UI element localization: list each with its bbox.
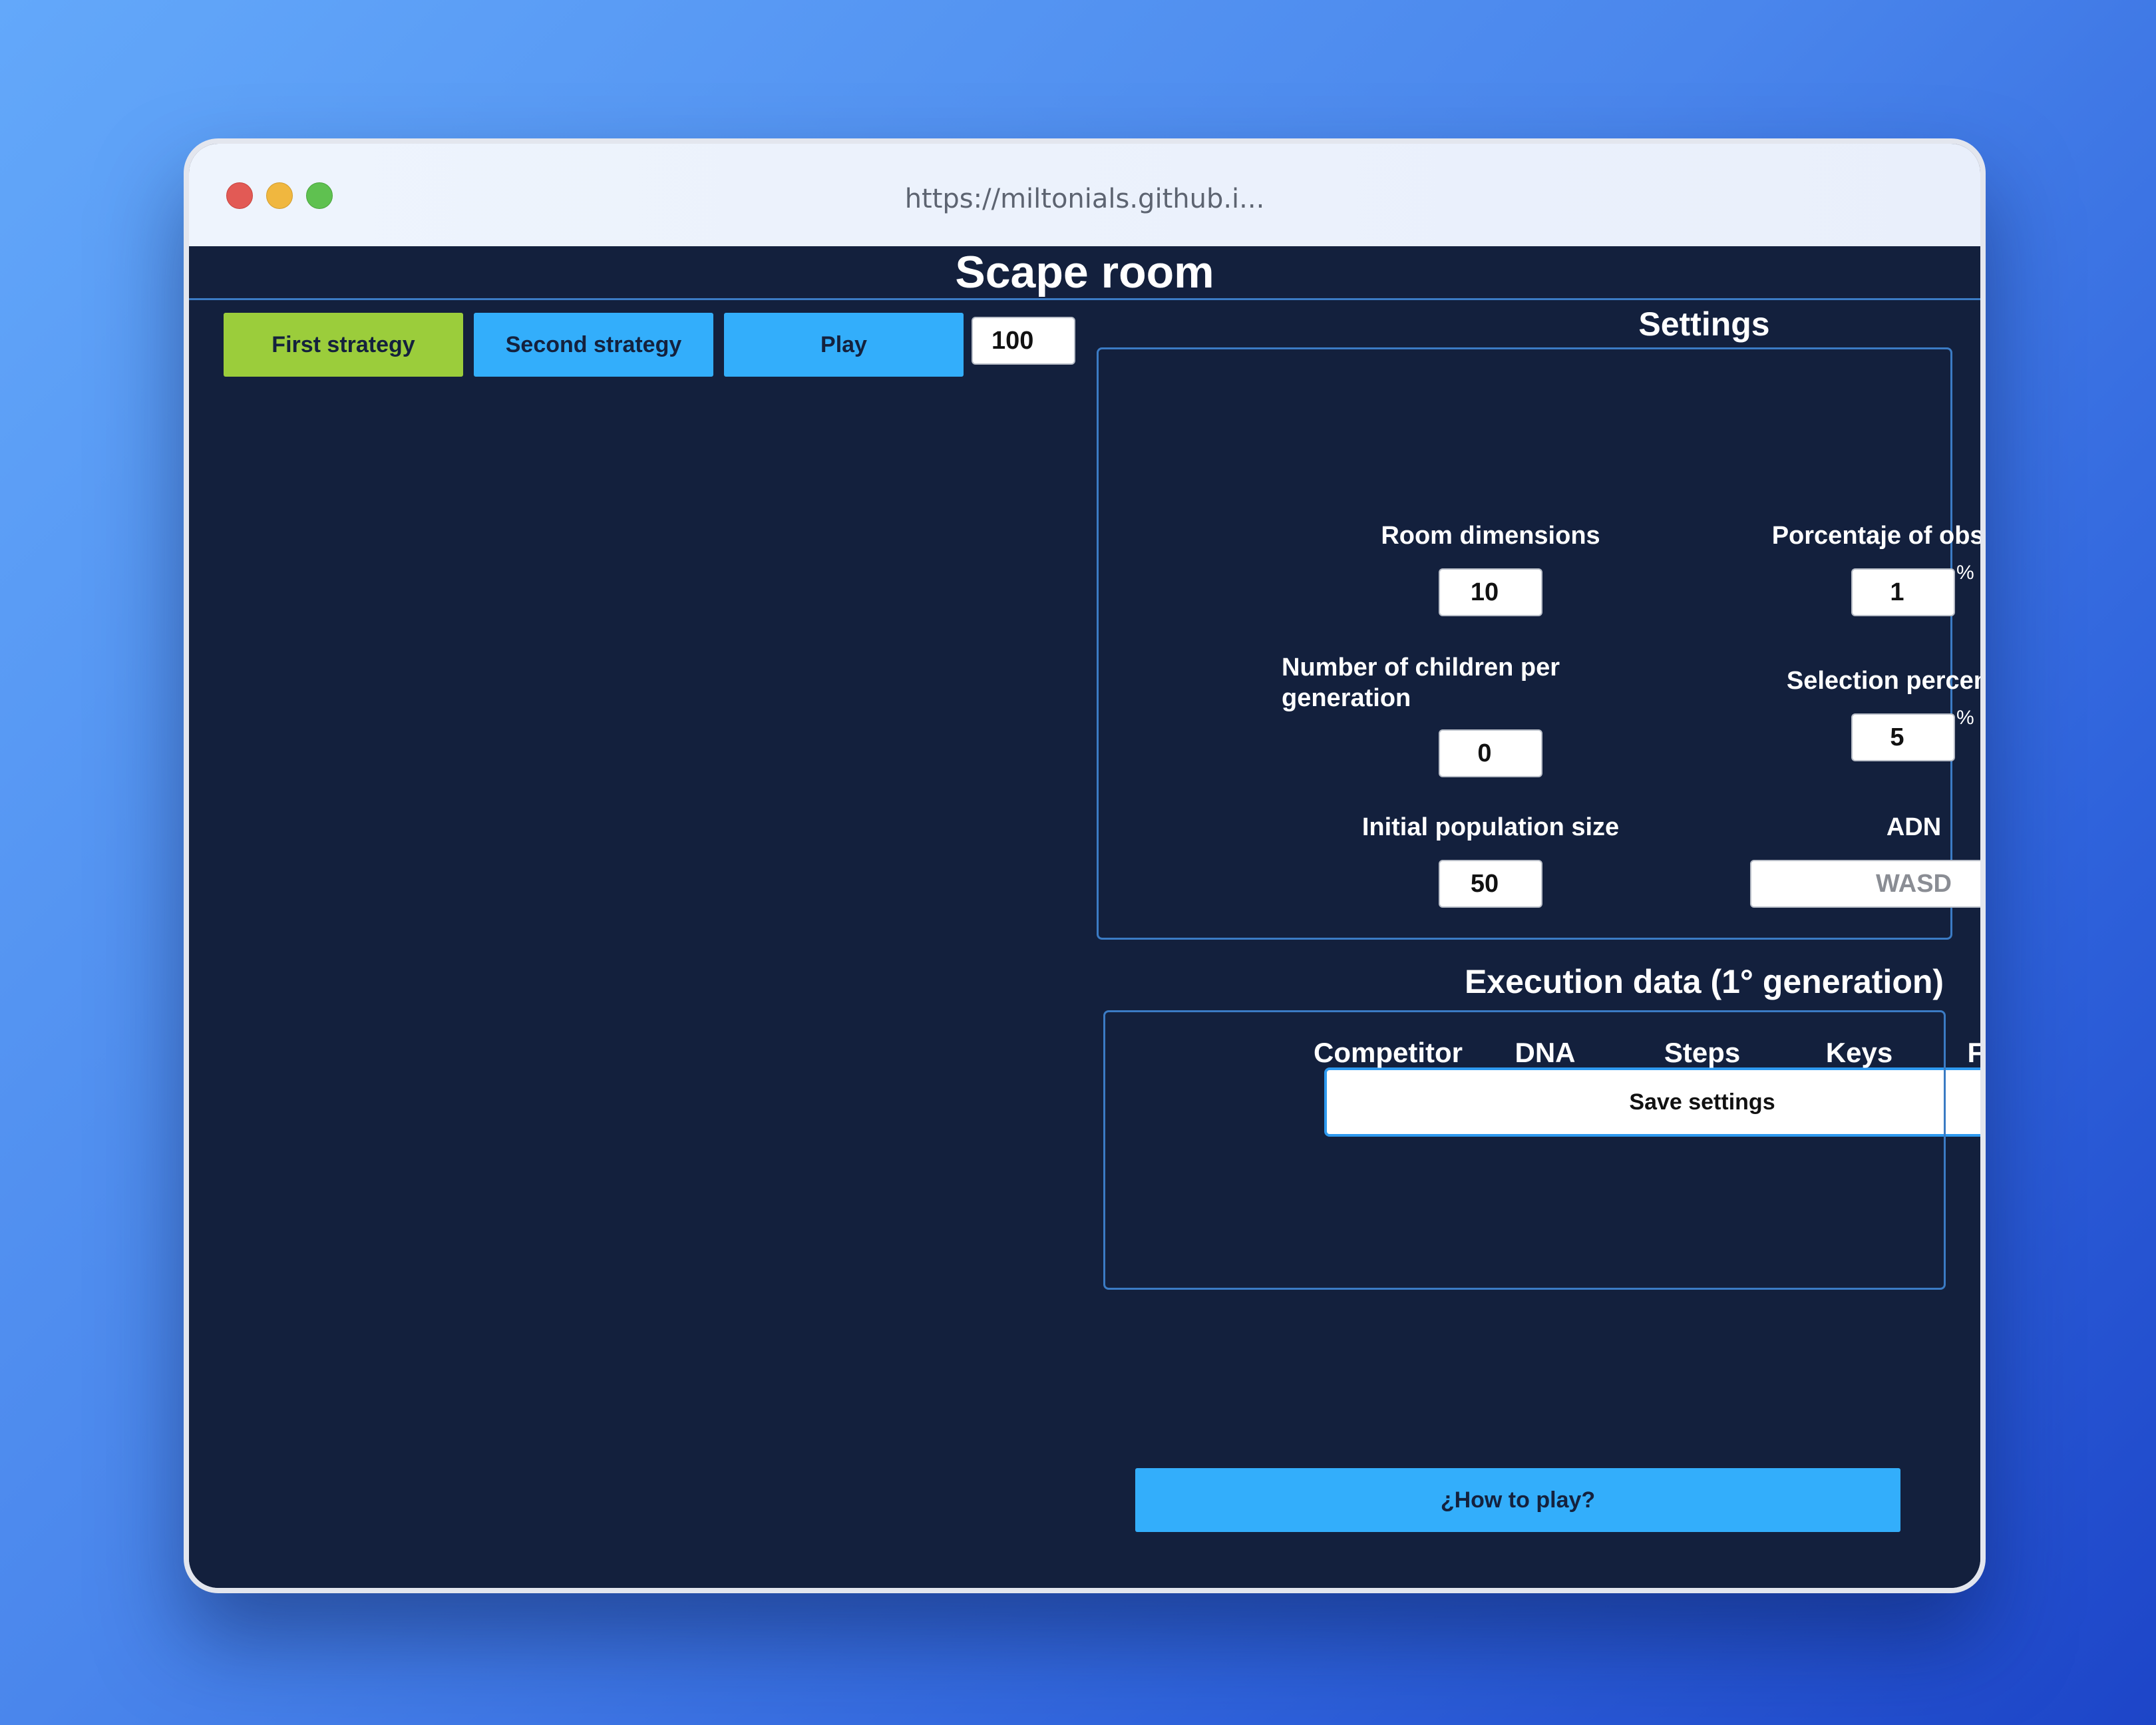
selection-percent-sign: % <box>1956 707 1974 729</box>
column-header-fitness: Fitness <box>1967 1037 1985 1068</box>
first-strategy-button[interactable]: First strategy <box>224 313 463 377</box>
initial-population-input[interactable]: 50 <box>1439 860 1542 908</box>
url-bar[interactable]: https://miltonials.github.i... <box>189 184 1980 214</box>
second-strategy-button[interactable]: Second strategy <box>474 313 713 377</box>
column-header-dna: DNA <box>1515 1037 1576 1068</box>
column-header-competitor: Competitor <box>1314 1037 1463 1068</box>
obstacles-percentage-input[interactable]: 1 <box>1851 568 1955 616</box>
execution-data-title: Execution data (1° generation) <box>1464 963 1944 1000</box>
settings-panel <box>1097 347 1952 940</box>
browser-titlebar: https://miltonials.github.i... <box>189 144 1980 246</box>
browser-window: https://miltonials.github.i... Scape roo… <box>184 138 1986 1593</box>
obstacles-percent-sign: % <box>1956 562 1974 584</box>
column-header-keys: Keys <box>1825 1037 1893 1068</box>
selection-percentage-label: Selection percentage <box>1786 667 1980 695</box>
speed-input[interactable]: 100 <box>972 317 1075 365</box>
children-per-generation-input[interactable]: 0 <box>1439 729 1542 777</box>
app-viewport: Scape room First strategy Second strateg… <box>189 246 1980 1588</box>
column-header-steps: Steps <box>1664 1037 1741 1068</box>
room-dimensions-input[interactable]: 10 <box>1439 568 1542 616</box>
initial-population-label: Initial population size <box>1361 813 1620 841</box>
how-to-play-button[interactable]: ¿How to play? <box>1135 1468 1900 1532</box>
dna-label: ADN <box>1886 813 1942 841</box>
children-per-generation-label: Number of children per generation <box>1282 654 1560 712</box>
dna-input[interactable]: WASD <box>1750 860 1980 908</box>
page-title: Scape room <box>189 246 1980 300</box>
settings-title: Settings <box>1638 305 1770 343</box>
play-button[interactable]: Play <box>724 313 964 377</box>
room-dimensions-label: Room dimensions <box>1381 522 1600 550</box>
selection-percentage-input[interactable]: 5 <box>1851 713 1955 761</box>
obstacles-percentage-label: Porcentaje of obstacles <box>1771 522 1984 550</box>
